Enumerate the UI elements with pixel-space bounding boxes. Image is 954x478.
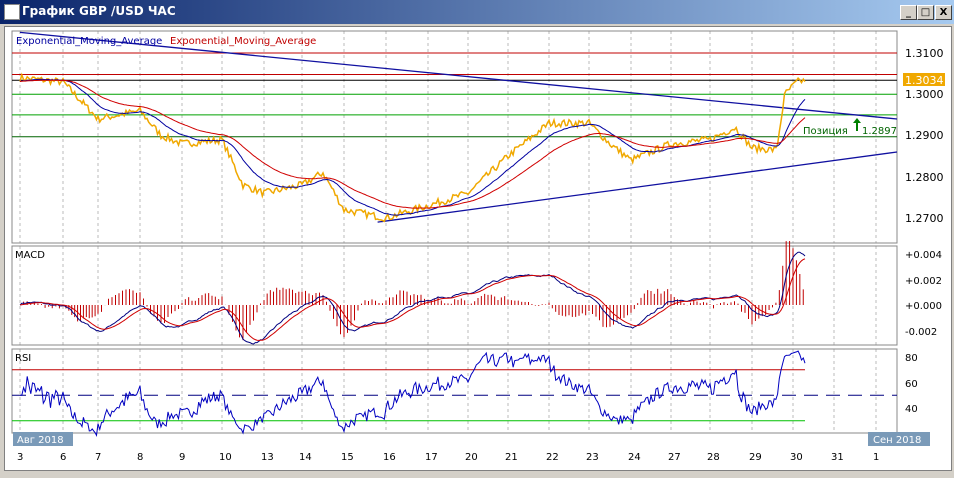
x-axis-tick: 1 bbox=[873, 452, 879, 463]
macd-tick: -0.002 bbox=[905, 327, 937, 338]
rsi-line bbox=[20, 350, 806, 438]
x-axis-tick: 24 bbox=[628, 452, 641, 463]
price-tick: 1.2700 bbox=[905, 212, 944, 225]
macd-tick: +0.004 bbox=[905, 250, 942, 261]
x-axis-tick: 20 bbox=[465, 452, 478, 463]
x-axis-tick: 22 bbox=[546, 452, 559, 463]
rsi-tick: 40 bbox=[905, 404, 918, 415]
price-tick: 1.2800 bbox=[905, 171, 944, 184]
x-axis-tick: 6 bbox=[60, 452, 66, 463]
x-axis-tick: 28 bbox=[707, 452, 720, 463]
x-axis-tick: 21 bbox=[505, 452, 518, 463]
macd-label: MACD bbox=[15, 250, 45, 261]
position-label: Позиция bbox=[803, 126, 848, 137]
price-tick: 1.2900 bbox=[905, 129, 944, 142]
ema-fast-line bbox=[19, 78, 806, 216]
x-axis-tick: 23 bbox=[586, 452, 599, 463]
trend-line bbox=[377, 151, 898, 223]
x-axis-tick: 14 bbox=[299, 452, 312, 463]
legend-ema-fast: Exponential_Moving_Average bbox=[16, 36, 162, 47]
price-line bbox=[19, 72, 806, 223]
month-start: Авг 2018 bbox=[17, 435, 64, 446]
chart-svg[interactable]: Exponential_Moving_Average Exponential_M… bbox=[0, 0, 954, 478]
x-axis-tick: 3 bbox=[17, 452, 23, 463]
arrow-up-icon bbox=[853, 118, 861, 131]
rsi-tick: 60 bbox=[905, 379, 918, 390]
position-price: 1.2897 bbox=[862, 126, 897, 137]
legend-ema-slow: Exponential_Moving_Average bbox=[170, 36, 316, 47]
rsi-tick: 80 bbox=[905, 353, 918, 364]
x-axis-tick: 30 bbox=[790, 452, 803, 463]
x-axis-tick: 8 bbox=[137, 452, 143, 463]
price-tick: 1.3000 bbox=[905, 88, 944, 101]
price-tick: 1.3100 bbox=[905, 47, 944, 60]
x-axis-tick: 9 bbox=[179, 452, 185, 463]
x-axis-tick: 16 bbox=[383, 452, 396, 463]
month-end: Сен 2018 bbox=[873, 435, 921, 446]
x-axis-tick: 7 bbox=[95, 452, 101, 463]
macd-line bbox=[19, 251, 806, 345]
current-price: 1.3034 bbox=[905, 74, 944, 87]
macd-signal-line bbox=[19, 258, 806, 341]
x-axis-tick: 27 bbox=[668, 452, 681, 463]
x-axis-tick: 15 bbox=[341, 452, 354, 463]
x-axis-tick: 10 bbox=[219, 452, 232, 463]
x-axis-tick: 17 bbox=[425, 452, 438, 463]
macd-tick: +0.000 bbox=[905, 301, 942, 312]
rsi-label: RSI bbox=[15, 353, 31, 364]
macd-tick: +0.002 bbox=[905, 276, 942, 287]
x-axis-tick: 31 bbox=[831, 452, 844, 463]
x-axis-tick: 13 bbox=[261, 452, 274, 463]
x-axis-tick: 29 bbox=[749, 452, 762, 463]
